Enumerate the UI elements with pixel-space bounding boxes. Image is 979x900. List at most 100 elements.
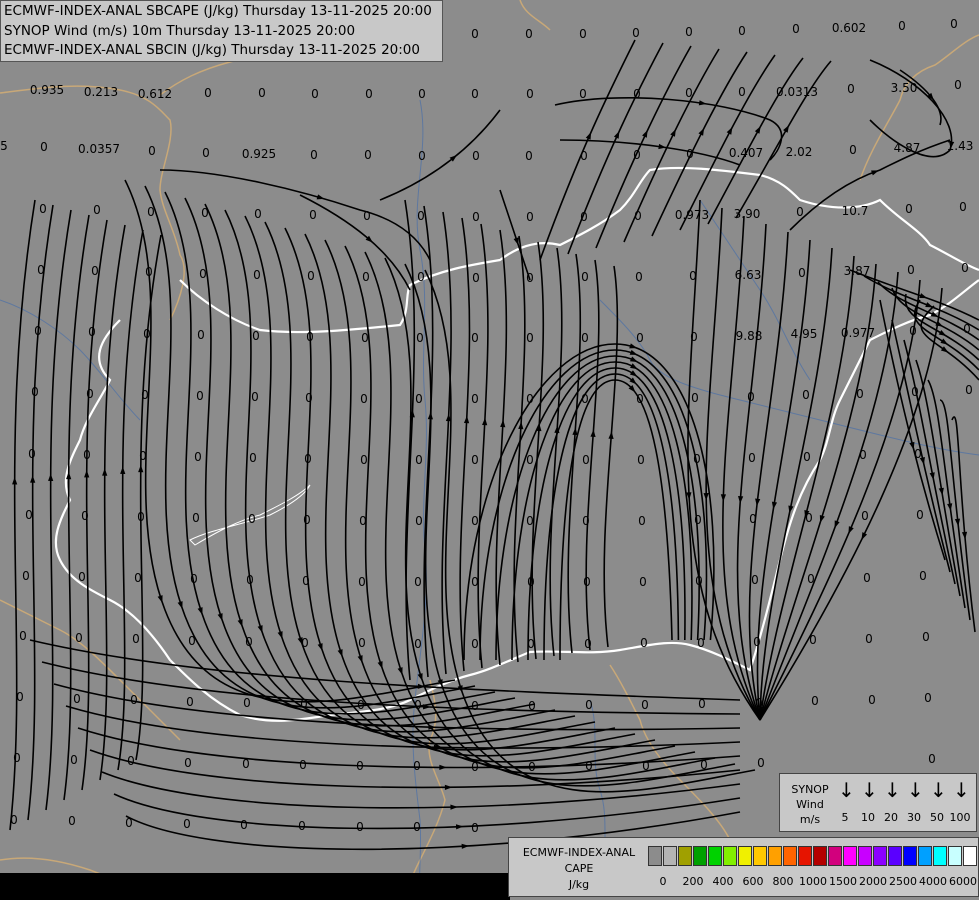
cape-color-swatch [708,846,722,866]
streamline [603,265,619,648]
cape-value: 0 [183,817,191,831]
streamline-arrowhead [629,370,638,377]
cape-value: 0 [700,758,708,772]
streamline-arrowhead [947,503,953,511]
streamline [124,179,456,703]
cape-color-swatch [768,846,782,866]
streamline [184,197,516,721]
streamline-arrowhead [30,475,36,483]
cape-value: 0 [363,209,371,223]
cape-value: 0.612 [138,87,172,101]
cape-value: 0 [188,634,196,648]
cape-value: 9.88 [736,329,763,343]
cape-value: 0 [585,759,593,773]
wind-legend-value: 30 [907,811,921,824]
cape-value: 0 [582,453,590,467]
streamline-arrowhead [177,601,183,609]
cape-value: 0 [254,207,262,221]
streamline-arrowhead [940,338,949,345]
cape-value: 0 [199,267,207,281]
cape-value: 0.213 [84,85,118,99]
cape-value: 0 [258,86,266,100]
streamline-arrowhead [658,143,667,150]
cape-value: 0 [526,271,534,285]
streamline-arrowhead [337,649,343,657]
cape-value: 0 [751,573,759,587]
cape-value: 0 [137,510,145,524]
cape-value: 0 [868,693,876,707]
cape-legend-title: ECMWF-INDEX-ANAL [522,846,636,859]
cape-value: 0 [697,636,705,650]
cape-value: 0 [147,205,155,219]
cape-value: 4.87 [894,141,921,155]
cape-value: 10.7 [842,204,869,218]
cape-value: 0 [641,698,649,712]
cape-legend: ECMWF-INDEX-ANAL CAPE J/kg 0 200 400 600 800… [508,837,979,897]
streamline [117,229,144,771]
streamline-arrowhead [629,356,638,362]
cape-legend-label: ECMWF-INDEX-ANAL CAPE J/kg [513,845,645,893]
cape-value: 0 [86,387,94,401]
cape-value: 0 [364,148,372,162]
wind-legend-unit: m/s [799,813,821,826]
cape-value: 0 [310,148,318,162]
wind-streamlines [9,39,979,851]
cape-value: 0 [689,269,697,283]
weather-map: 0.935 0.213 0.612 0 0 0 0 0 0 0 0 0 0 0 0.0313 0 3.50 0 0 0… [0,0,979,900]
cape-value: 0 [637,453,645,467]
cape-value: 0 [91,264,99,278]
cape-value: 0 [798,266,806,280]
title-line-cin: ECMWF-INDEX-ANAL SBCIN (J/kg) Thursday 1… [4,42,420,58]
cape-value: 0 [924,691,932,705]
cape-value: 0 [861,509,869,523]
streamline [759,287,943,721]
streamline-arrowhead [871,170,879,176]
cape-value: 0 [253,268,261,282]
cape-value: 0 [415,453,423,467]
cape-color-swatch [858,846,872,866]
cape-value: 0 [13,751,21,765]
streamline-arrowhead [397,667,403,675]
streamline-arrowhead [12,477,18,485]
cape-value: 0 [847,82,855,96]
cape-value: 0 [527,637,535,651]
cape-value: 0 [28,447,36,461]
cape-color-swatch [648,846,662,866]
cape-value: 0 [196,389,204,403]
cape-value: 0 [753,635,761,649]
cape-value: 0 [803,450,811,464]
cape-value: 3.87 [844,264,871,278]
streamline [63,214,90,801]
cape-value: 0 [748,451,756,465]
cape-value: 0 [472,210,480,224]
cape-value: 0 [640,636,648,650]
cape-value: 0 [252,329,260,343]
cape-value: 0.0313 [776,85,818,99]
cape-value: 0 [303,513,311,527]
cape-value: 0 [365,87,373,101]
cape-value: 0 [690,330,698,344]
cape-value: 0 [34,324,42,338]
cape-value: 4.95 [791,327,818,341]
cape-value: 0 [134,571,142,585]
cape-value: 0 [10,813,18,827]
cape-value: 0 [359,514,367,528]
cape-value: 0 [299,758,307,772]
streamline-arrowhead [848,526,854,535]
streamline-arrowhead [84,470,90,478]
cape-color-swatch [828,846,842,866]
cape-color-swatch [888,846,902,866]
cape-value: 0 [695,574,703,588]
streamline-arrowhead [317,643,323,651]
streamline-arrowhead [461,843,470,849]
cape-value: 0 [928,752,936,766]
cape-value: 0 [143,327,151,341]
cape-value: 0 [127,754,135,768]
cape-value: 0 [526,453,534,467]
cape-value: 0 [526,331,534,345]
cape-value: 0 [19,629,27,643]
cape-value: 0 [639,575,647,589]
cape-value: 0 [251,390,259,404]
cape-value: 0 [526,392,534,406]
wind-legend-value: 50 [930,811,944,824]
